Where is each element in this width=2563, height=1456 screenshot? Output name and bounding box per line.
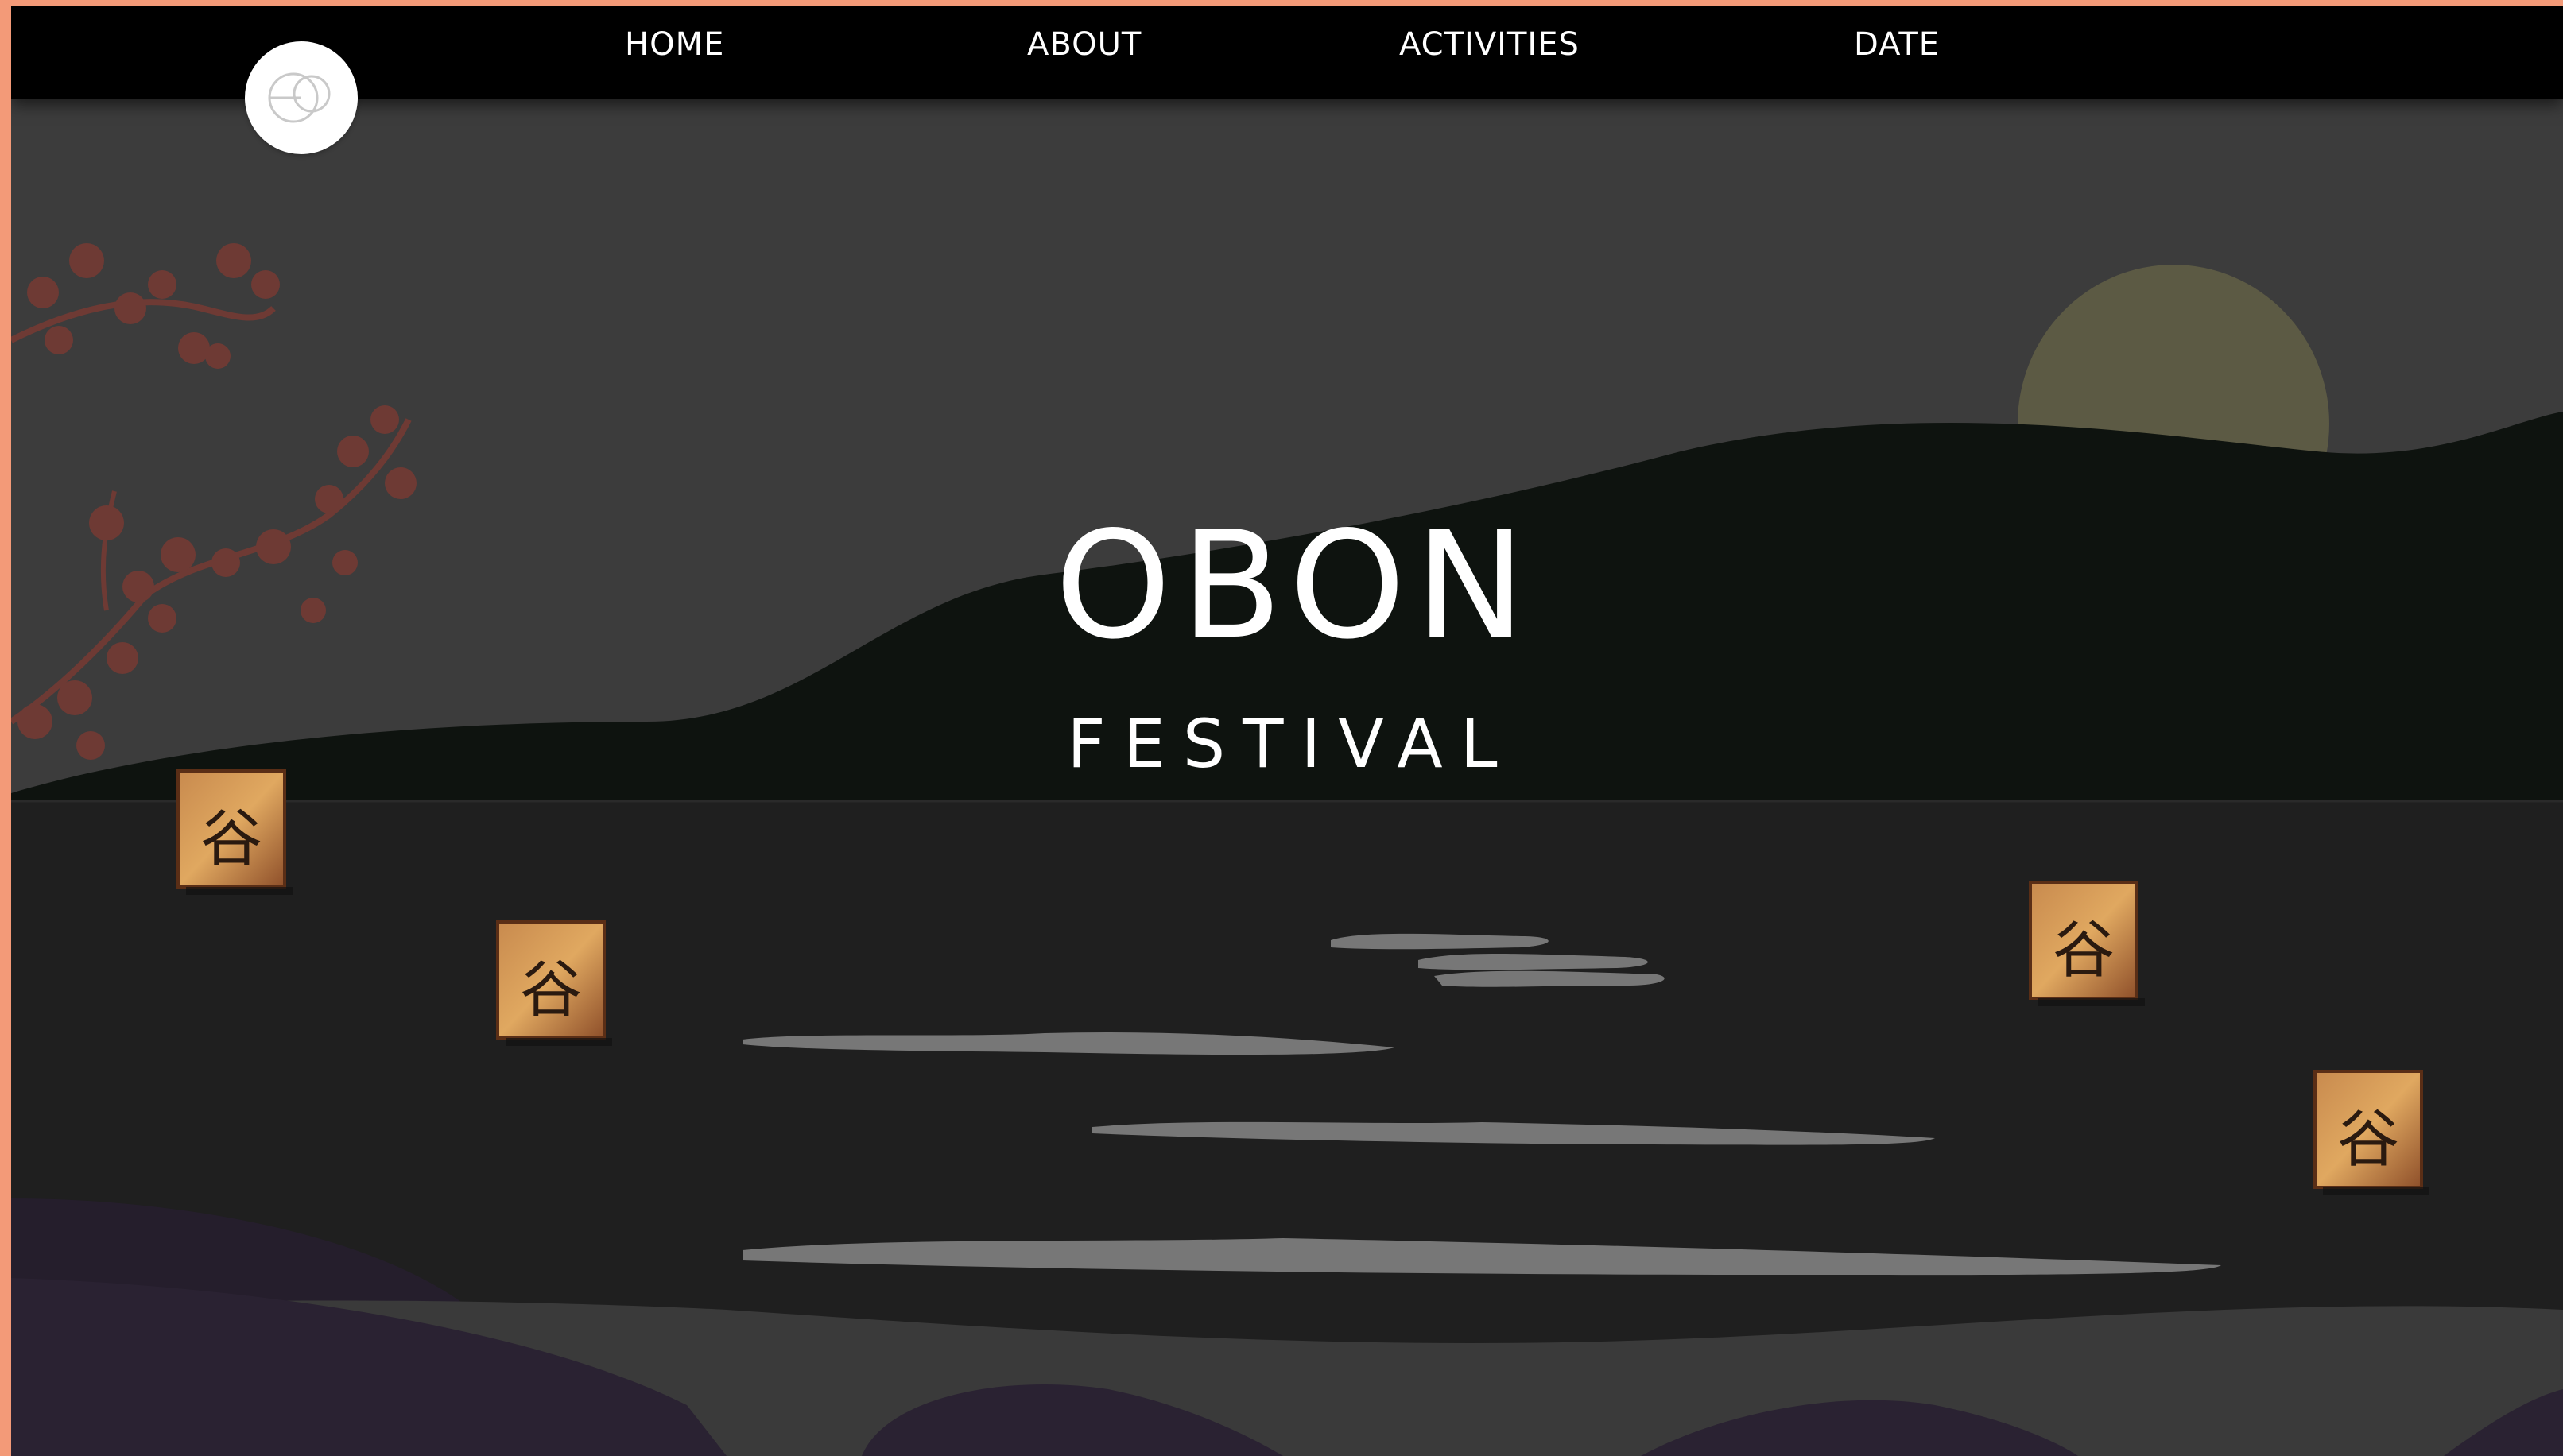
floating-lantern: 谷 [496, 920, 612, 1046]
site-logo[interactable] [245, 41, 358, 154]
nav-about-link[interactable]: ABOUT [1027, 19, 1142, 70]
hero-title: OBON [1054, 499, 1536, 672]
hero-subtitle: FESTIVAL [1067, 705, 1515, 783]
nav-home-link[interactable]: HOME [625, 19, 724, 70]
floating-lantern: 谷 [176, 769, 293, 895]
lantern-glyph: 谷 [2337, 1104, 2399, 1175]
browser-frame: 谷 谷 谷 谷 HOME ABOUT ACTIVITIES DATE OBON … [0, 0, 2563, 1456]
lantern-glyph: 谷 [200, 804, 262, 875]
top-navbar: HOME ABOUT ACTIVITIES DATE [11, 6, 2563, 99]
nav-date-link[interactable]: DATE [1854, 19, 1940, 70]
floating-lantern: 谷 [2313, 1070, 2429, 1195]
lantern-glyph: 谷 [2053, 915, 2115, 986]
page: 谷 谷 谷 谷 HOME ABOUT ACTIVITIES DATE OBON … [11, 6, 2563, 1456]
logo-icon [268, 72, 331, 123]
floating-lantern: 谷 [2029, 881, 2145, 1006]
nav-activities-link[interactable]: ACTIVITIES [1399, 19, 1580, 70]
lantern-glyph: 谷 [520, 955, 582, 1026]
